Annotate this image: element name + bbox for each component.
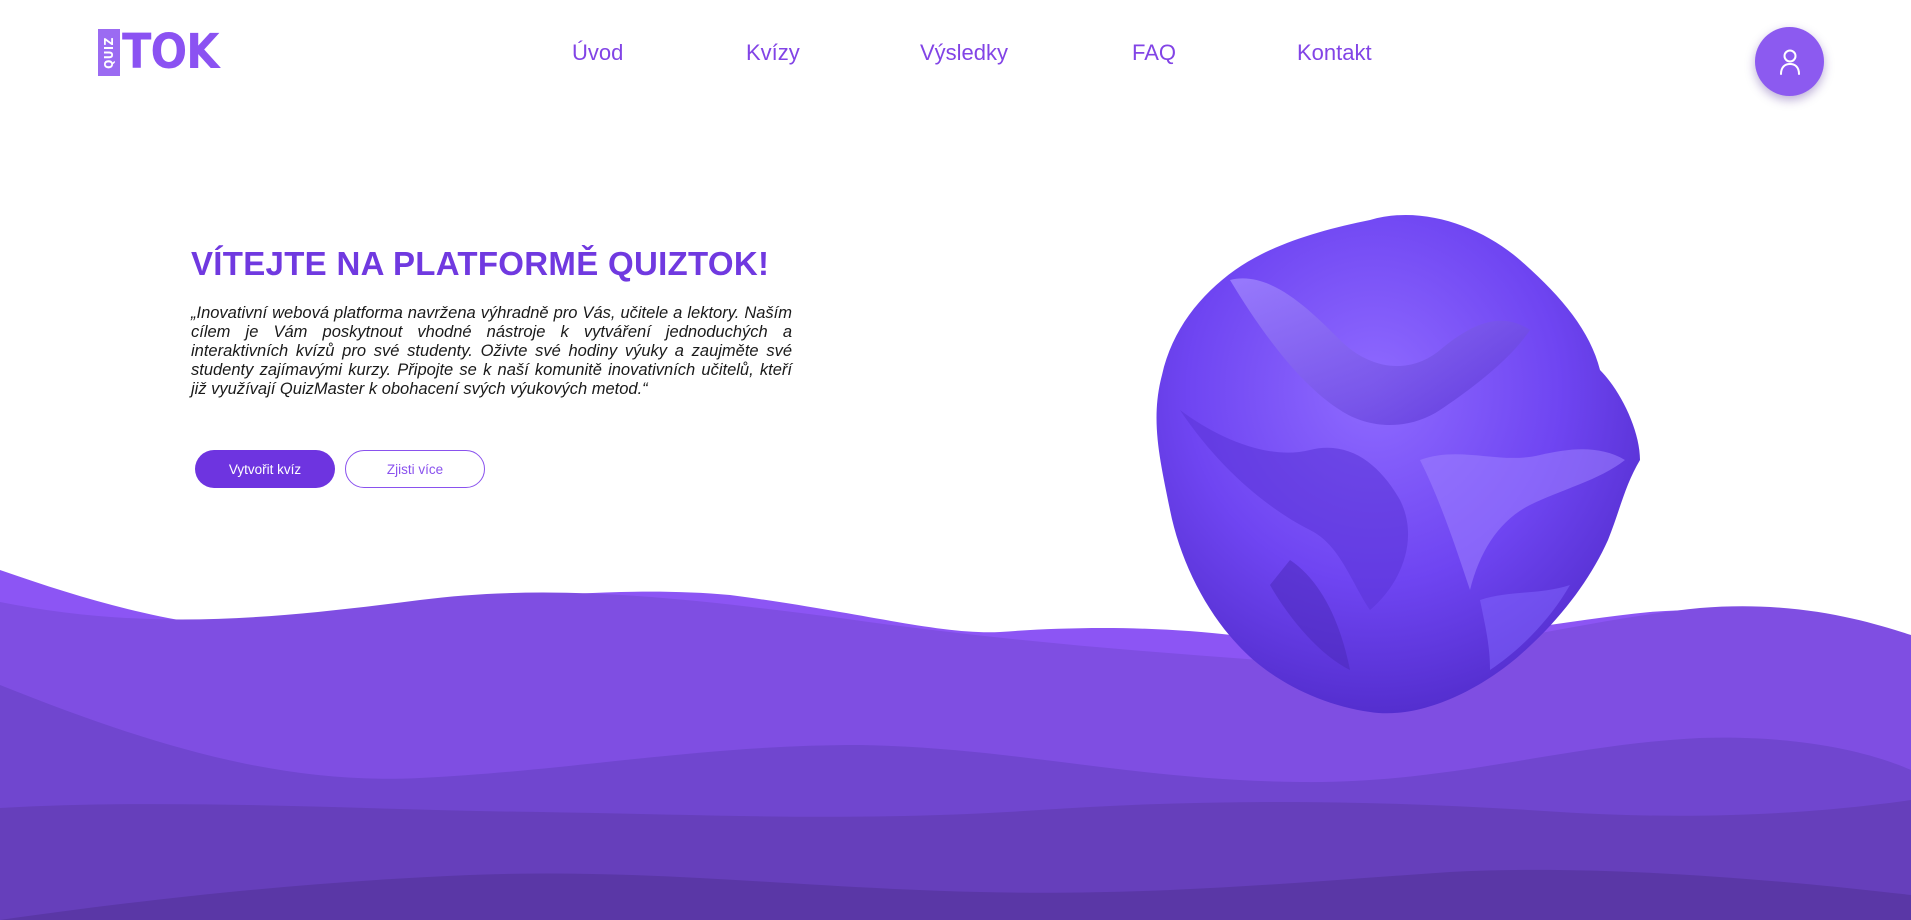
create-quiz-button[interactable]: Vytvořit kvíz (195, 450, 335, 488)
user-account-button[interactable] (1755, 27, 1824, 96)
nav-item-kontakt[interactable]: Kontakt (1297, 38, 1372, 68)
nav-item-kvizy[interactable]: Kvízy (746, 38, 800, 68)
hero-description: „Inovativní webová platforma navržena vý… (191, 304, 792, 398)
nav-item-vysledky[interactable]: Výsledky (920, 38, 1008, 68)
main-nav: Úvod Kvízy Výsledky FAQ Kontakt (0, 38, 1911, 68)
learn-more-button[interactable]: Zjisti více (345, 450, 485, 488)
nav-item-uvod[interactable]: Úvod (572, 38, 623, 68)
nav-item-faq[interactable]: FAQ (1132, 38, 1176, 68)
blob-fold (1480, 585, 1570, 670)
user-icon (1779, 49, 1800, 75)
hero-title: VÍTEJTE NA PLATFORMĚ QUIZTOK! (191, 245, 770, 282)
abstract-3d-shape-icon (1156, 214, 1640, 714)
